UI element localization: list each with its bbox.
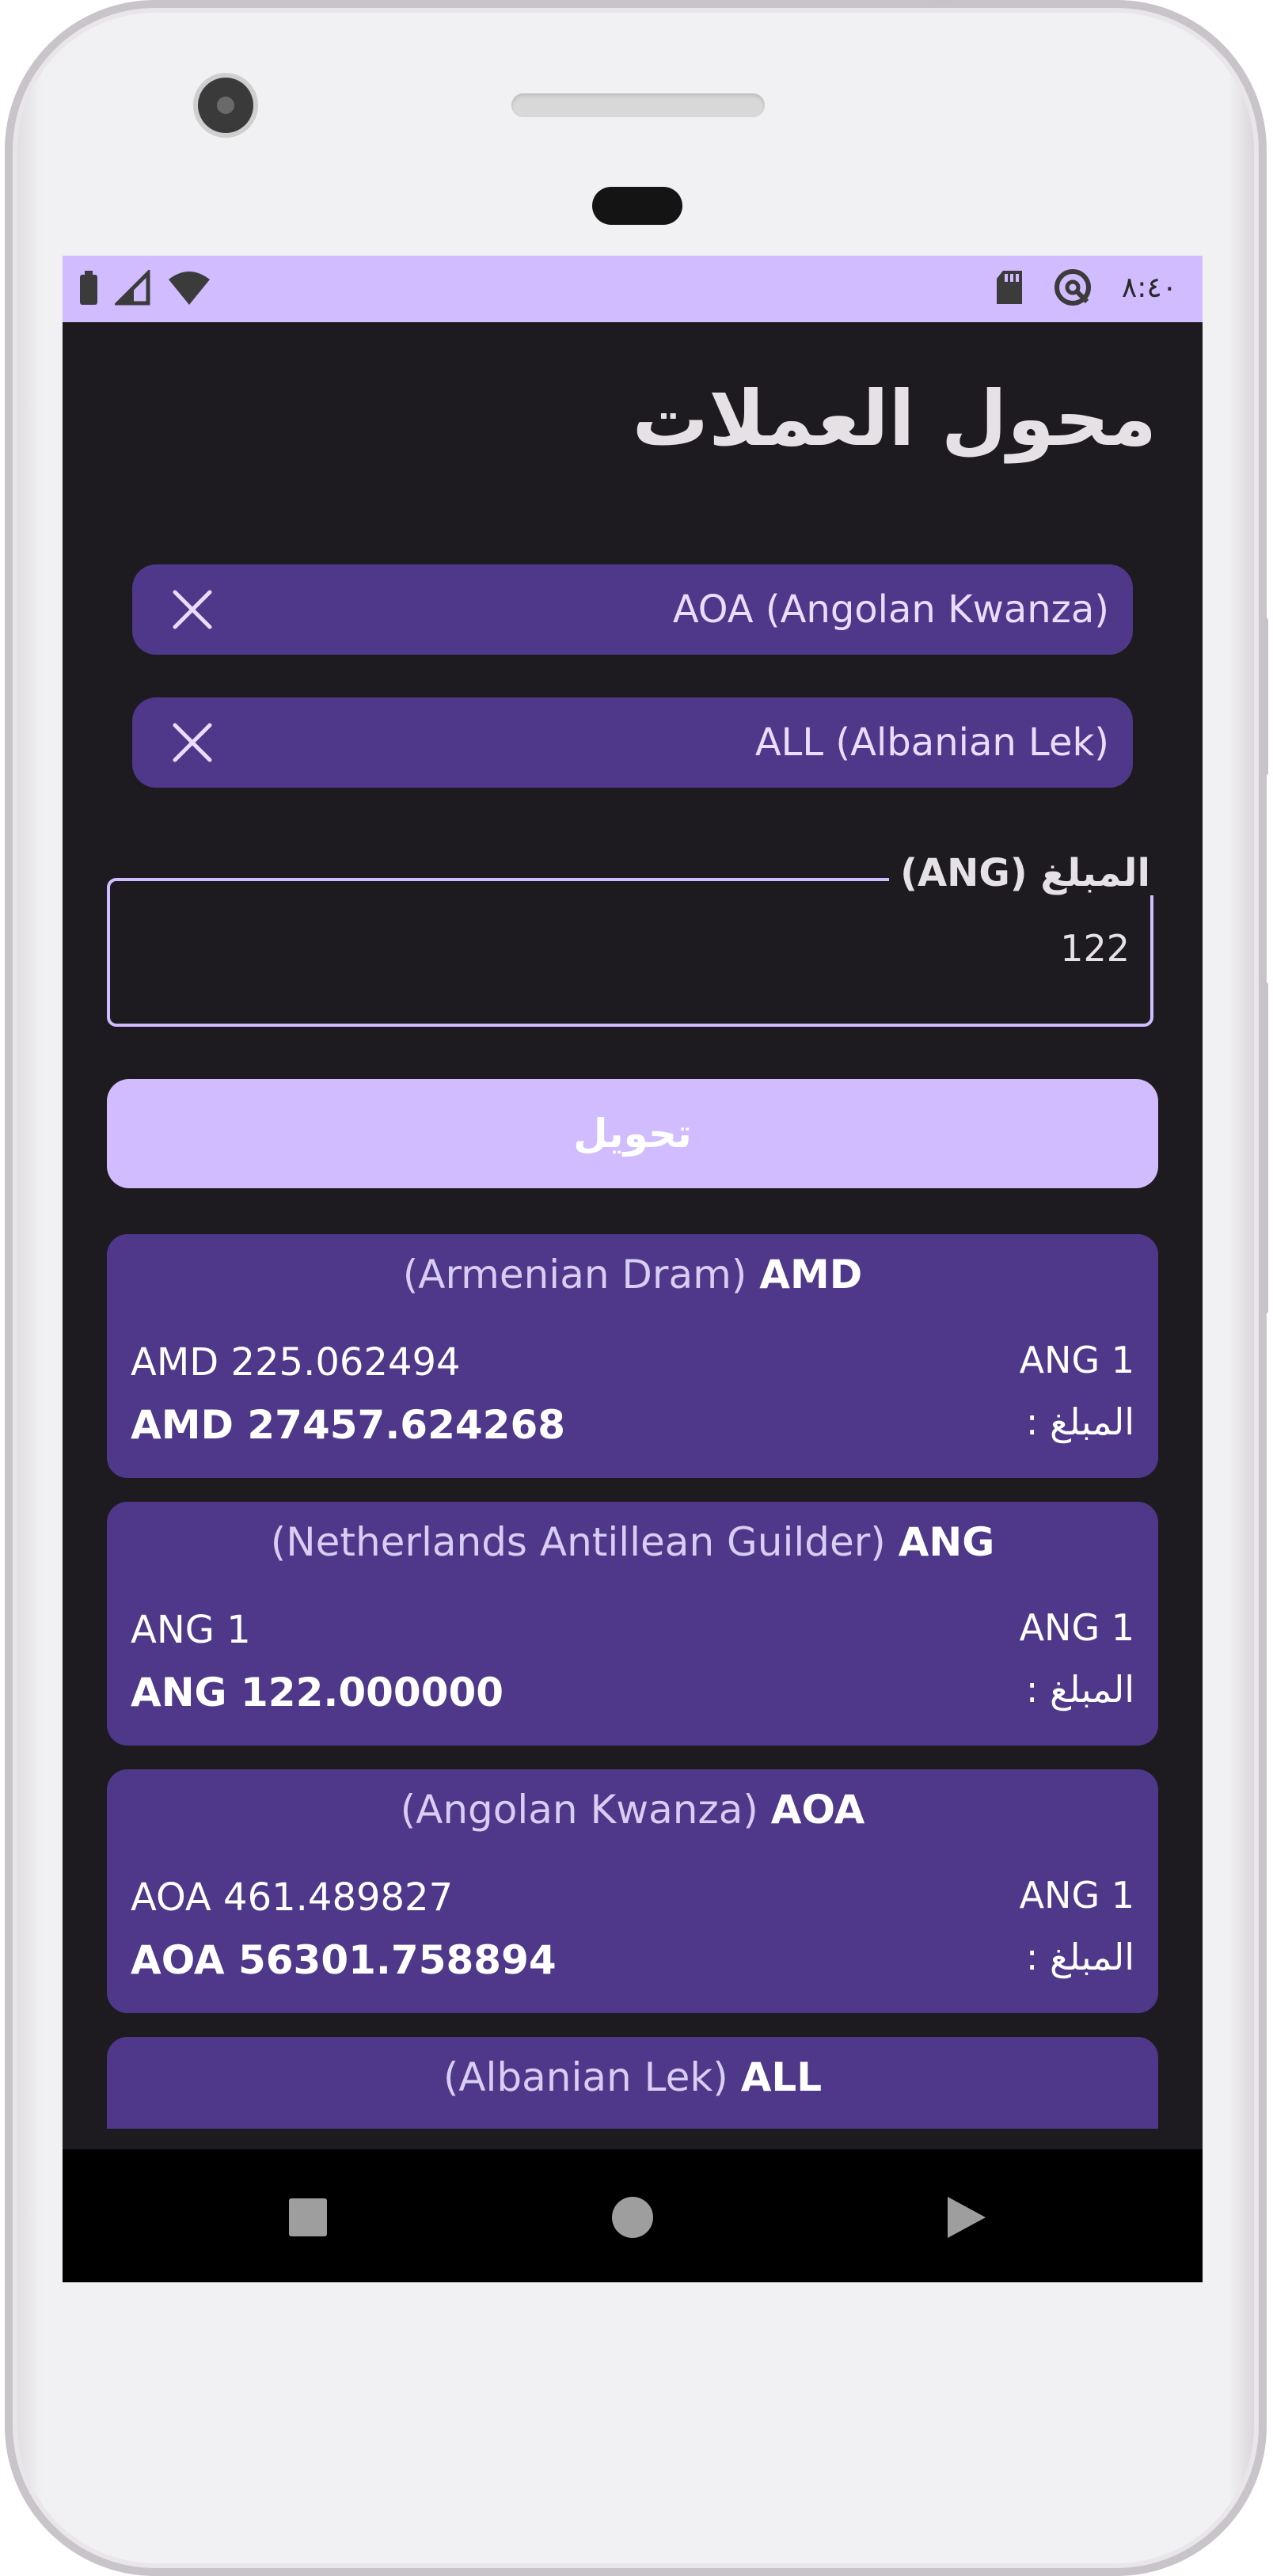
page-title: محول العملات <box>632 374 1157 463</box>
app-screen: ٨:٤٠ محول العملات AOA (Angolan Kwanza) A… <box>63 256 1203 2282</box>
close-icon[interactable] <box>170 587 215 632</box>
currency-name: (Angolan Kwanza) <box>400 1787 758 1833</box>
convert-button-label: تحويل <box>573 1111 692 1157</box>
result-card: (Angolan Kwanza) AOA AOA 461.489827 AOA … <box>107 1769 1158 2013</box>
currency-name: (Netherlands Antillean Guilder) <box>270 1519 886 1565</box>
home-circle-icon[interactable] <box>609 2194 656 2241</box>
earpiece-speaker <box>511 93 765 117</box>
currency-code: AOA <box>770 1787 865 1833</box>
card-title: (Netherlands Antillean Guilder) ANG <box>107 1519 1158 1565</box>
result-card: (Netherlands Antillean Guilder) ANG ANG … <box>107 1502 1158 1746</box>
chip-label: AOA (Angolan Kwanza) <box>672 587 1109 632</box>
data-saver-icon <box>1054 269 1091 306</box>
exchange-rate: ANG 1 <box>131 1608 251 1652</box>
base-unit: ANG 1 <box>1019 1874 1134 1917</box>
sd-card-icon <box>996 271 1022 304</box>
selected-currency-chip[interactable]: AOA (Angolan Kwanza) <box>132 564 1133 655</box>
card-title: (Angolan Kwanza) AOA <box>107 1787 1158 1833</box>
battery-icon <box>80 271 97 305</box>
currency-code: ANG <box>898 1519 995 1565</box>
close-icon[interactable] <box>170 720 215 765</box>
exchange-rate: AOA 461.489827 <box>131 1875 454 1920</box>
volume-button <box>1262 982 1268 1314</box>
converted-amount: ANG 122.000000 <box>131 1670 504 1715</box>
results-list[interactable]: (Armenian Dram) AMD AMD 225.062494 AMD 2… <box>107 1234 1158 2129</box>
converted-amount: AMD 27457.624268 <box>131 1402 566 1448</box>
base-unit: ANG 1 <box>1019 1339 1134 1381</box>
result-card: (Armenian Dram) AMD AMD 225.062494 AMD 2… <box>107 1234 1158 1478</box>
selected-currency-chip[interactable]: ALL (Albanian Lek) <box>132 697 1133 788</box>
card-title: (Armenian Dram) AMD <box>107 1252 1158 1297</box>
status-time: ٨:٤٠ <box>1121 271 1177 304</box>
currency-name: (Armenian Dram) <box>402 1252 747 1297</box>
amount-input[interactable] <box>126 913 1138 984</box>
amount-label: المبلغ : <box>1025 1936 1134 1978</box>
amount-label: المبلغ : <box>1025 1400 1134 1443</box>
exchange-rate: AMD 225.062494 <box>131 1340 461 1385</box>
converted-amount: AOA 56301.758894 <box>131 1937 557 1983</box>
wifi-icon <box>169 272 210 305</box>
front-camera <box>198 78 253 133</box>
side-button <box>1262 617 1268 776</box>
back-triangle-icon[interactable] <box>941 2194 989 2241</box>
proximity-sensor <box>592 187 682 225</box>
card-title: (Albanian Lek) ALL <box>107 2054 1158 2100</box>
status-bar: ٨:٤٠ <box>63 256 1203 322</box>
signal-icon <box>115 270 150 306</box>
result-card: (Albanian Lek) ALL <box>107 2037 1158 2129</box>
base-unit: ANG 1 <box>1019 1606 1134 1649</box>
top-button <box>928 0 955 6</box>
amount-label: المبلغ : <box>1025 1668 1134 1711</box>
amount-field-label: المبلغ (ANG) <box>889 851 1161 895</box>
convert-button[interactable]: تحويل <box>107 1079 1158 1188</box>
navigation-bar <box>63 2149 1203 2282</box>
recents-square-icon[interactable] <box>284 2194 332 2241</box>
currency-name: (Albanian Lek) <box>443 2054 728 2100</box>
chip-label: ALL (Albanian Lek) <box>754 720 1109 765</box>
amount-field[interactable] <box>107 878 1153 1027</box>
currency-code: ALL <box>740 2054 823 2100</box>
currency-code: AMD <box>759 1252 863 1297</box>
